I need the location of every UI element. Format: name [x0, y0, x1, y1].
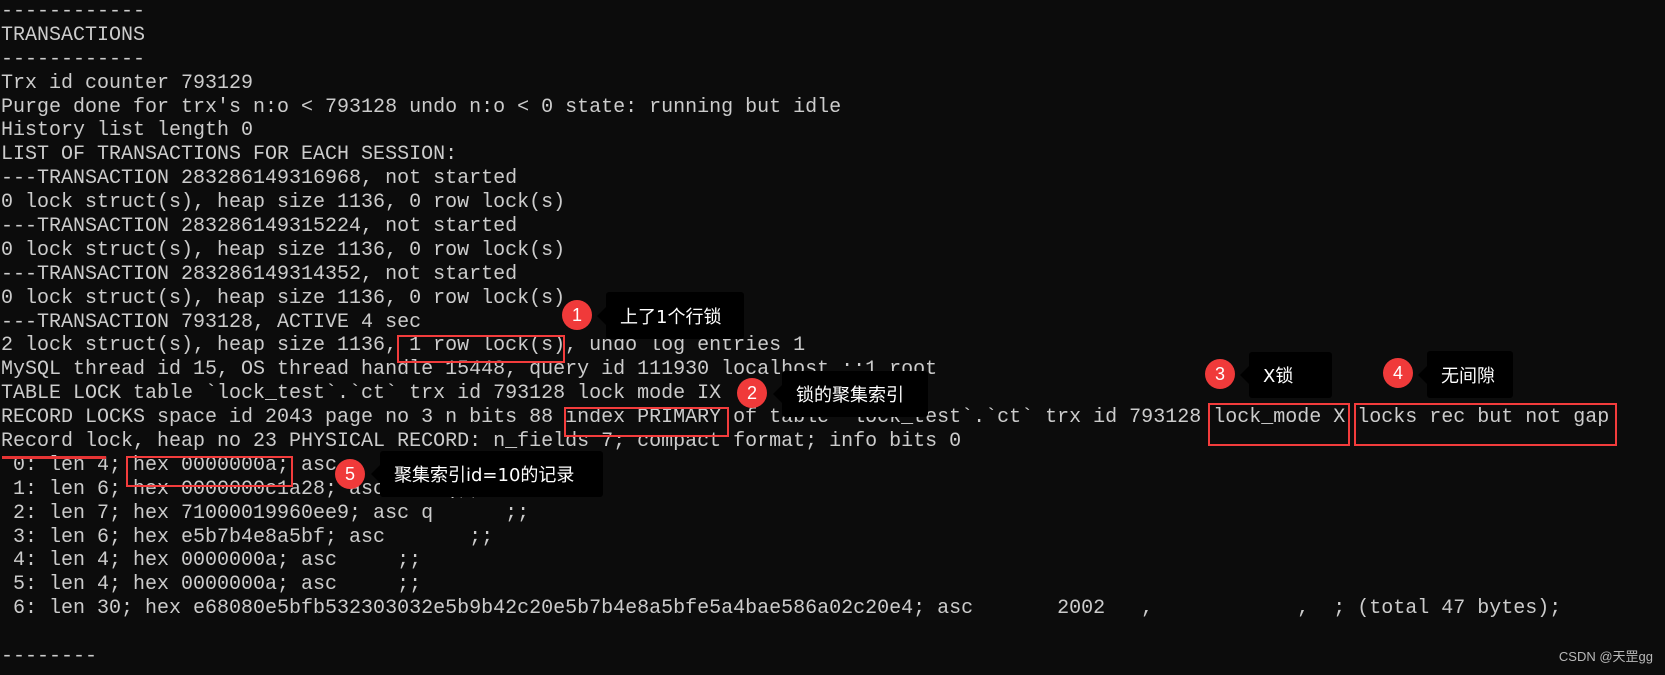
highlight-lock-mode-x [1208, 403, 1350, 446]
console-line: ------------ [1, 47, 146, 71]
highlight-index-primary [564, 407, 729, 437]
console-line: 6: len 30; hex e68080e5bfb532303032e5b9b… [1, 597, 1562, 621]
console-line: Trx id counter 793129 [1, 71, 254, 95]
console-line: ---TRANSACTION 283286149315224, not star… [1, 215, 518, 239]
console-line: 0 lock struct(s), heap size 1136, 0 row … [1, 191, 566, 215]
annotation-badge-3: 3 [1205, 359, 1235, 389]
highlight-row-lock [397, 335, 565, 363]
annotation-label-1: 上了1个行锁 [597, 292, 744, 339]
console-line: ---TRANSACTION 793128, ACTIVE 4 sec [1, 310, 422, 334]
watermark: CSDN @天罡gg [1558, 649, 1653, 664]
annotation-label-2: 锁的聚集索引 [773, 371, 928, 417]
console-line: 2 lock struct(s), heap size 1136, 1 row … [1, 334, 806, 358]
underline-record-lock [2, 456, 106, 459]
annotation-label-3: X锁 [1240, 352, 1332, 398]
console-line: TRANSACTIONS [1, 23, 146, 47]
console-line: 0 lock struct(s), heap size 1136, 0 row … [1, 238, 566, 262]
console-line: 4: len 4; hex 0000000a; asc ;; [1, 549, 422, 573]
console-line: LIST OF TRANSACTIONS FOR EACH SESSION: [1, 143, 458, 167]
annotation-badge-1: 1 [562, 300, 592, 330]
console-line: 2: len 7; hex 71000019960ee9; asc q ;; [1, 501, 530, 525]
highlight-hex-id [126, 456, 293, 487]
console-line: 5: len 4; hex 0000000a; asc ;; [1, 573, 422, 597]
console-line: Purge done for trx's n:o < 793128 undo n… [1, 95, 842, 119]
highlight-not-gap [1354, 403, 1617, 446]
console-line: 3: len 6; hex e5b7b4e8a5bf; asc ;; [1, 525, 494, 549]
console-line: 0 lock struct(s), heap size 1136, 0 row … [1, 286, 566, 310]
annotation-badge-2: 2 [737, 378, 767, 408]
console-line: ------------ [1, 0, 146, 23]
annotation-label-4: 无间隙 [1418, 351, 1513, 398]
console-line: ---TRANSACTION 283286149314352, not star… [1, 262, 518, 286]
annotation-badge-5: 5 [335, 459, 365, 489]
annotation-badge-4: 4 [1383, 358, 1413, 388]
terminal-output: ------------ TRANSACTIONS ------------ Trx … [1, 0, 1609, 669]
console-line: History list length 0 [1, 119, 254, 143]
console-line: ---TRANSACTION 283286149316968, not star… [1, 167, 518, 191]
console-line: -------- [1, 645, 98, 669]
annotation-label-5: 聚集索引id=10的记录 [371, 451, 603, 497]
